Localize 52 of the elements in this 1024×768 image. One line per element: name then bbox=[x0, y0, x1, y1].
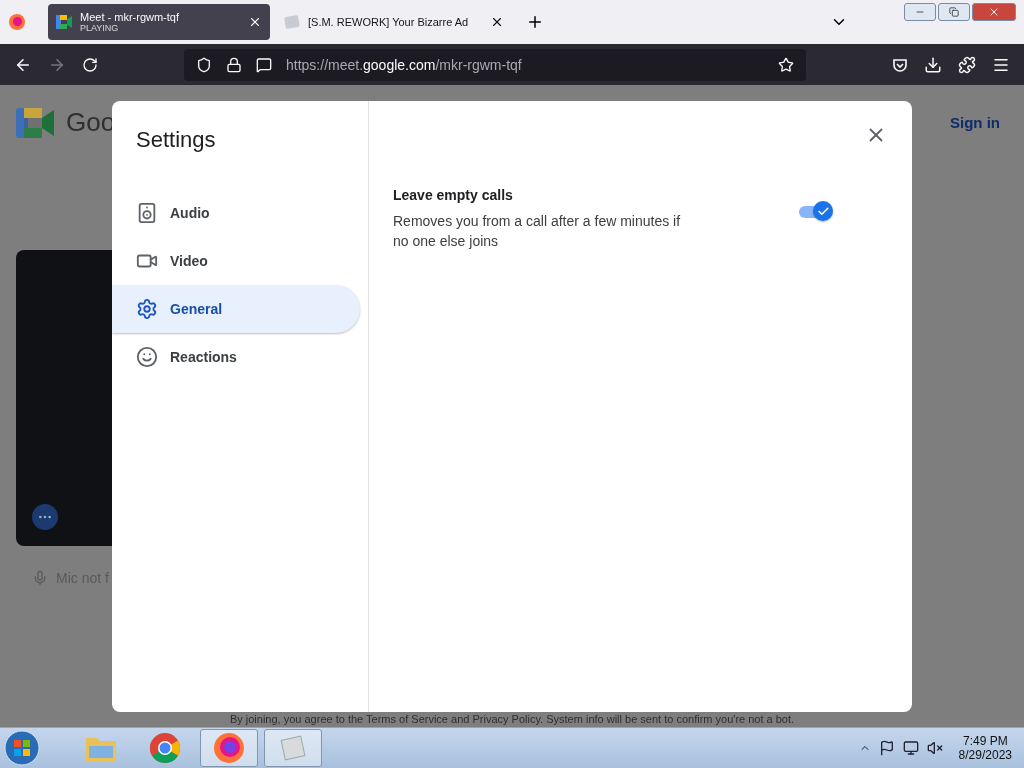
extensions-icon[interactable] bbox=[958, 55, 976, 74]
lock-icon[interactable] bbox=[226, 56, 242, 73]
restore-button[interactable] bbox=[938, 3, 970, 21]
settings-icon bbox=[136, 298, 158, 320]
setting-title: Leave empty calls bbox=[393, 187, 514, 203]
settings-nav-item[interactable]: General bbox=[112, 285, 360, 333]
message-icon[interactable] bbox=[256, 56, 272, 73]
address-bar[interactable]: https://meet.google.com/mkr-rgwm-tqf bbox=[184, 48, 806, 81]
close-icon[interactable] bbox=[490, 15, 504, 29]
network-icon[interactable] bbox=[902, 740, 919, 756]
close-icon bbox=[988, 6, 1000, 18]
tab-title: Meet - mkr-rgwm-tqf bbox=[80, 11, 180, 23]
flag-icon[interactable] bbox=[878, 740, 895, 756]
browser-tab[interactable]: [S.M. REWORK] Your Bizarre Ad bbox=[276, 4, 512, 40]
meet-logo-icon bbox=[16, 107, 54, 138]
download-icon[interactable] bbox=[924, 55, 942, 74]
date: 8/29/2023 bbox=[958, 748, 1012, 762]
speaker-icon bbox=[136, 202, 158, 224]
meet-favicon-icon bbox=[56, 15, 72, 29]
tab-title: [S.M. REWORK] Your Bizarre Ad bbox=[308, 16, 470, 28]
close-icon[interactable] bbox=[248, 15, 262, 29]
settings-nav-item[interactable]: Audio bbox=[112, 189, 360, 237]
url-text: https://meet.google.com/mkr-rgwm-tqf bbox=[286, 56, 522, 73]
time: 7:49 PM bbox=[962, 734, 1008, 748]
settings-nav-item[interactable]: Reactions bbox=[112, 333, 360, 381]
smiley-icon bbox=[136, 346, 158, 368]
reload-icon[interactable] bbox=[82, 56, 98, 73]
toggle-switch[interactable] bbox=[797, 201, 833, 221]
start-button[interactable] bbox=[4, 730, 40, 766]
more-options-button[interactable] bbox=[32, 504, 58, 530]
tab-status: PLAYING bbox=[80, 23, 120, 33]
check-icon bbox=[816, 204, 830, 218]
settings-nav-item[interactable]: Video bbox=[112, 237, 360, 285]
firefox-icon[interactable] bbox=[8, 13, 26, 31]
taskbar-app[interactable] bbox=[200, 729, 258, 767]
minimize-button[interactable] bbox=[904, 3, 936, 21]
setting-description: Removes you from a call after a few minutes if no one else joins bbox=[393, 212, 682, 251]
terms-notice: By joining, you agree to the Terms of Service and Privacy Policy. System info will be sent to confirm you're not a bot. bbox=[228, 713, 796, 725]
firefox-icon bbox=[213, 732, 245, 764]
bookmark-star-icon[interactable] bbox=[778, 56, 794, 73]
clock[interactable]: 7:49 PM 8/29/2023 bbox=[950, 734, 1020, 762]
browser-tab[interactable]: Meet - mkr-rgwm-tqf PLAYING bbox=[48, 4, 270, 40]
microphone-icon bbox=[32, 570, 48, 586]
close-button[interactable] bbox=[972, 3, 1016, 21]
volume-muted-icon[interactable] bbox=[926, 740, 943, 756]
dialog-title: Settings bbox=[136, 127, 217, 153]
shield-icon[interactable] bbox=[196, 56, 212, 73]
restore-icon bbox=[949, 7, 959, 17]
page-favicon-icon bbox=[284, 14, 300, 30]
pocket-icon[interactable] bbox=[892, 56, 908, 73]
new-tab-icon[interactable] bbox=[526, 13, 544, 31]
chrome-icon bbox=[149, 732, 181, 764]
